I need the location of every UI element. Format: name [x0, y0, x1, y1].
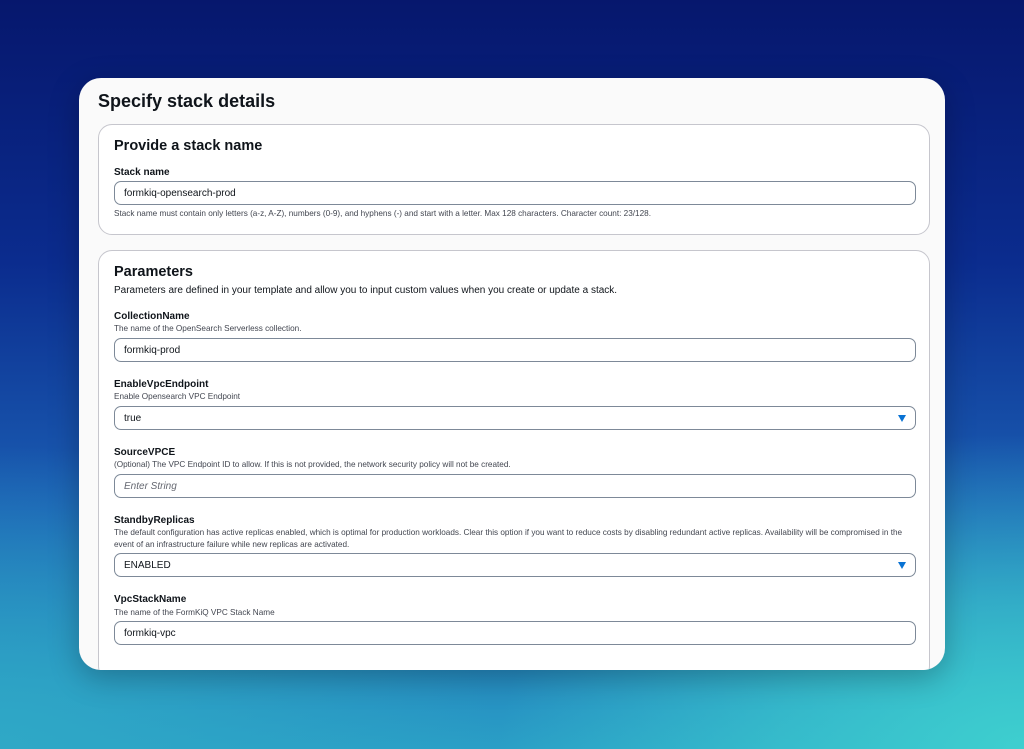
vpc-stack-name-field[interactable]	[114, 621, 916, 645]
stack-name-field[interactable]	[114, 181, 916, 205]
parameters-panel: Parameters Parameters are defined in you…	[98, 250, 930, 670]
collection-name-input[interactable]	[124, 344, 906, 356]
page-title: Specify stack details	[98, 91, 276, 111]
standby-replicas-description: The default configuration has active rep…	[114, 528, 903, 549]
stack-name-constraint: Stack name must contain only letters (a-…	[114, 209, 651, 218]
stack-name-label: Stack name	[114, 167, 170, 178]
vpc-stack-name-label: VpcStackName	[114, 594, 187, 605]
source-vpce-label: SourceVPCE	[114, 447, 176, 458]
source-vpce-description: (Optional) The VPC Endpoint ID to allow.…	[114, 460, 511, 469]
stack-details-window: Specify stack details Provide a stack na…	[79, 78, 945, 670]
source-vpce-field[interactable]	[114, 474, 916, 498]
stack-name-panel: Provide a stack name Stack name Stack na…	[98, 124, 930, 235]
source-vpce-input[interactable]	[124, 480, 906, 492]
parameters-title: Parameters	[114, 264, 193, 280]
enable-vpc-endpoint-select[interactable]: true	[114, 406, 916, 430]
vpc-stack-name-input[interactable]	[124, 627, 906, 639]
enable-vpc-endpoint-description: Enable Opensearch VPC Endpoint	[114, 392, 241, 401]
stack-name-input[interactable]	[124, 187, 906, 199]
collection-name-description: The name of the OpenSearch Serverless co…	[114, 324, 302, 333]
vpc-stack-name-description: The name of the FormKiQ VPC Stack Name	[114, 608, 275, 617]
stack-name-section-title: Provide a stack name	[114, 138, 263, 154]
collection-name-label: CollectionName	[114, 311, 190, 322]
caret-down-icon	[898, 414, 906, 422]
collection-name-field[interactable]	[114, 338, 916, 362]
parameters-description: Parameters are defined in your template …	[114, 285, 618, 296]
caret-down-icon	[898, 561, 906, 569]
enable-vpc-endpoint-value: true	[124, 412, 142, 424]
standby-replicas-value: ENABLED	[124, 559, 171, 571]
standby-replicas-select[interactable]: ENABLED	[114, 553, 916, 577]
enable-vpc-endpoint-label: EnableVpcEndpoint	[114, 379, 209, 390]
standby-replicas-label: StandbyReplicas	[114, 515, 195, 526]
